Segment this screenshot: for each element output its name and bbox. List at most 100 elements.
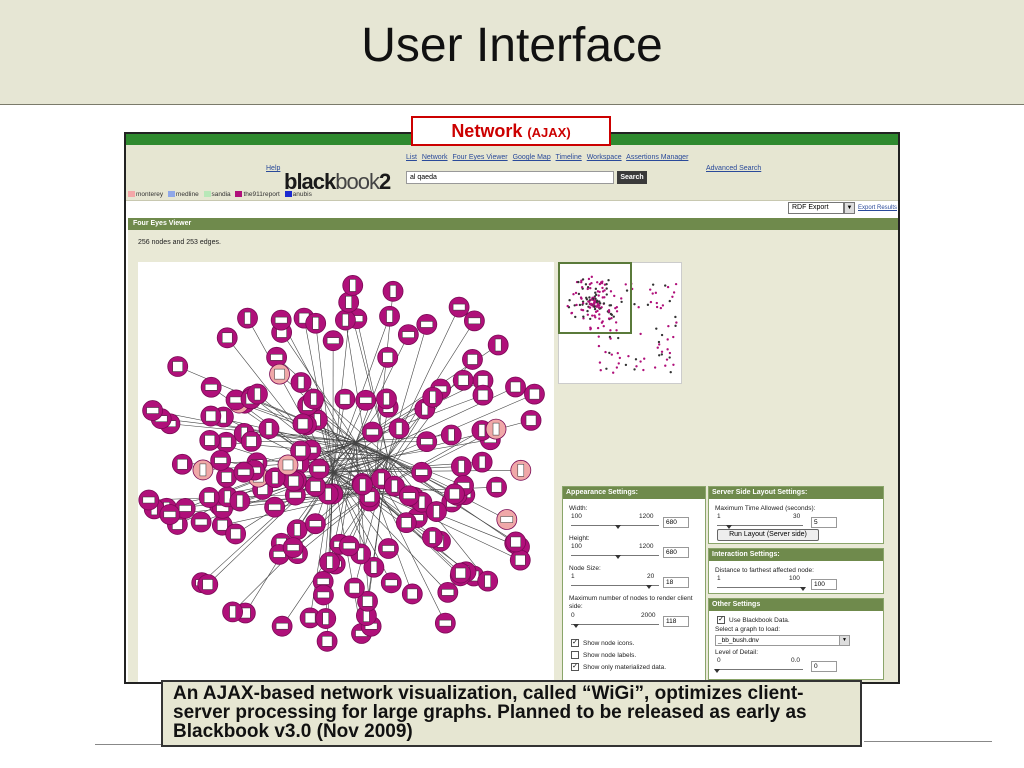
network-graph[interactable] bbox=[138, 262, 554, 682]
height-slider[interactable] bbox=[571, 550, 659, 559]
graph-node[interactable] bbox=[486, 476, 507, 498]
graph-node[interactable] bbox=[426, 501, 447, 522]
graph-node[interactable] bbox=[398, 485, 420, 507]
export-results-link[interactable]: Export Results bbox=[858, 205, 897, 211]
nav-link-google-map[interactable]: Google Map bbox=[513, 154, 551, 161]
graph-node[interactable] bbox=[264, 496, 286, 518]
chevron-down-icon[interactable]: ▼ bbox=[839, 635, 850, 646]
graph-node[interactable] bbox=[377, 347, 399, 368]
graph-node[interactable] bbox=[319, 551, 341, 573]
nav-link-network[interactable]: Network bbox=[422, 154, 448, 161]
graph-node[interactable] bbox=[192, 459, 214, 481]
graph-node[interactable] bbox=[338, 535, 360, 557]
slider-thumb[interactable] bbox=[573, 624, 580, 628]
graph-node[interactable] bbox=[271, 615, 293, 637]
graph-node[interactable] bbox=[352, 474, 373, 496]
graph-node[interactable] bbox=[292, 413, 314, 435]
export-format-select[interactable]: RDF Export bbox=[788, 202, 844, 214]
height-value[interactable]: 680 bbox=[663, 547, 689, 558]
graph-node[interactable] bbox=[197, 574, 219, 595]
graph-node[interactable] bbox=[505, 531, 527, 553]
graph-node[interactable] bbox=[200, 376, 222, 398]
checkbox-node-labels[interactable] bbox=[571, 651, 579, 659]
detail-slider[interactable] bbox=[714, 664, 803, 673]
graph-node[interactable] bbox=[520, 409, 542, 431]
graph-node[interactable] bbox=[411, 461, 433, 483]
graph-node[interactable] bbox=[225, 523, 247, 545]
graph-node[interactable] bbox=[395, 512, 417, 534]
graph-node[interactable] bbox=[440, 424, 462, 446]
graph-node[interactable] bbox=[452, 369, 474, 391]
slider-thumb[interactable] bbox=[714, 669, 720, 673]
graph-node[interactable] bbox=[416, 314, 438, 335]
graph-node[interactable] bbox=[487, 334, 509, 356]
graph-node[interactable] bbox=[305, 475, 326, 497]
graph-node[interactable] bbox=[334, 388, 356, 410]
graph-node[interactable] bbox=[216, 327, 238, 349]
slider-thumb[interactable] bbox=[646, 585, 653, 589]
distance-value[interactable]: 100 bbox=[811, 579, 837, 590]
nav-link-list[interactable]: List bbox=[406, 154, 417, 161]
graph-node[interactable] bbox=[471, 451, 493, 473]
graph-node[interactable] bbox=[401, 583, 423, 605]
graph-node[interactable] bbox=[434, 612, 456, 634]
graph-node[interactable] bbox=[477, 570, 499, 592]
graph-node[interactable] bbox=[290, 372, 312, 393]
graph-node[interactable] bbox=[509, 549, 531, 571]
graph-node[interactable] bbox=[355, 389, 377, 411]
detail-value[interactable]: 0 bbox=[811, 661, 837, 672]
graph-node[interactable] bbox=[343, 577, 365, 599]
graph-node[interactable] bbox=[322, 330, 344, 352]
graph-node[interactable] bbox=[305, 513, 326, 535]
graph-node[interactable] bbox=[472, 384, 494, 406]
graph-node[interactable] bbox=[222, 601, 244, 623]
advanced-search-link[interactable]: Advanced Search bbox=[706, 165, 761, 172]
graph-node[interactable] bbox=[200, 405, 222, 427]
graph-node[interactable] bbox=[210, 449, 232, 471]
nav-link-assertions[interactable]: Assertions Manager bbox=[626, 154, 688, 161]
graph-node[interactable] bbox=[142, 400, 164, 421]
search-input[interactable]: al qaeda bbox=[406, 171, 614, 184]
slider-thumb[interactable] bbox=[614, 525, 621, 529]
distance-slider[interactable] bbox=[717, 582, 806, 591]
graph-node[interactable] bbox=[270, 309, 292, 331]
graph-node[interactable] bbox=[240, 430, 262, 452]
graph-node[interactable] bbox=[505, 376, 526, 398]
graph-node[interactable] bbox=[199, 429, 221, 451]
slider-thumb[interactable] bbox=[614, 555, 621, 559]
graph-node[interactable] bbox=[524, 383, 545, 405]
graph-node[interactable] bbox=[286, 519, 308, 541]
graph-node[interactable] bbox=[315, 608, 337, 629]
graph-node[interactable] bbox=[463, 310, 485, 332]
slider-thumb[interactable] bbox=[800, 587, 806, 591]
checkbox-node-icons[interactable]: ✓ bbox=[571, 639, 579, 647]
node-size-slider[interactable] bbox=[571, 580, 659, 589]
graph-node[interactable] bbox=[138, 489, 160, 511]
graph-node[interactable] bbox=[282, 537, 304, 559]
graph-node[interactable] bbox=[303, 388, 325, 410]
graph-node[interactable] bbox=[397, 324, 419, 346]
graph-node[interactable] bbox=[448, 296, 470, 318]
graph-node[interactable] bbox=[269, 363, 290, 385]
graph-select[interactable]: _bb_bush.dnv bbox=[715, 635, 841, 646]
help-link[interactable]: Help bbox=[266, 165, 280, 172]
width-value[interactable]: 680 bbox=[663, 517, 689, 528]
graph-node[interactable] bbox=[335, 309, 356, 331]
graph-node[interactable] bbox=[305, 312, 327, 334]
graph-node[interactable] bbox=[233, 461, 255, 483]
search-button[interactable]: Search bbox=[617, 171, 647, 184]
graph-node[interactable] bbox=[167, 356, 189, 377]
graph-node[interactable] bbox=[380, 572, 402, 594]
nav-link-four-eyes[interactable]: Four Eyes Viewer bbox=[453, 154, 508, 161]
graph-node[interactable] bbox=[316, 630, 338, 652]
graph-node[interactable] bbox=[379, 305, 400, 327]
checkbox-use-blackbook[interactable]: ✓ bbox=[717, 616, 725, 624]
graph-node[interactable] bbox=[416, 431, 438, 453]
graph-node[interactable] bbox=[229, 490, 251, 512]
graph-node[interactable] bbox=[382, 280, 404, 302]
chevron-down-icon[interactable]: ▼ bbox=[844, 202, 855, 214]
graph-node[interactable] bbox=[462, 349, 483, 370]
graph-node[interactable] bbox=[308, 458, 330, 480]
graph-node[interactable] bbox=[422, 526, 443, 548]
nav-link-workspace[interactable]: Workspace bbox=[587, 154, 622, 161]
